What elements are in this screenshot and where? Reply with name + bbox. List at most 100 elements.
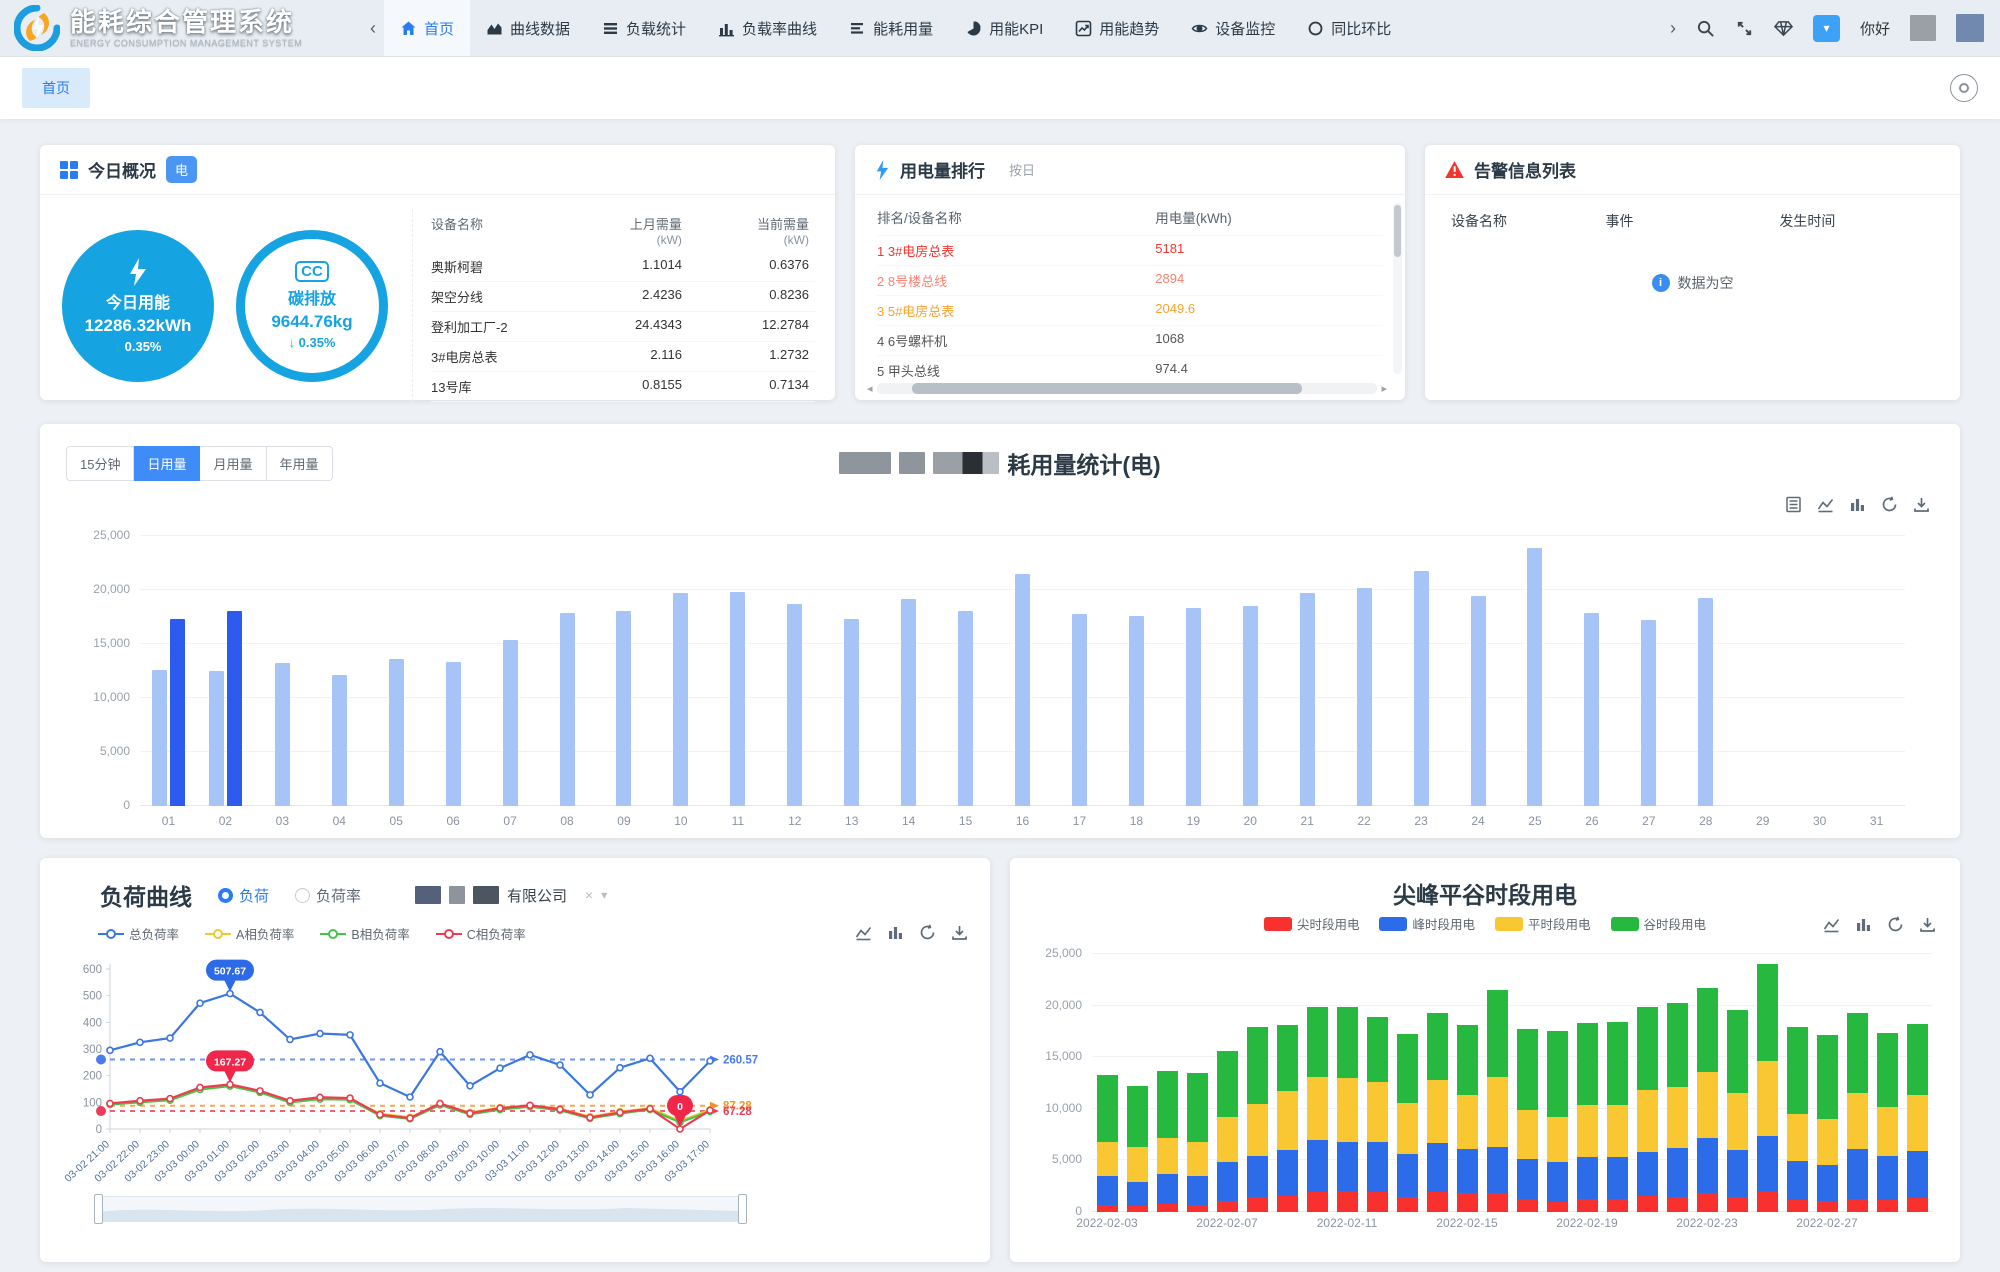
nav-item-lines[interactable]: 能耗用量 — [833, 0, 949, 56]
stacked-bar[interactable] — [1187, 1073, 1208, 1212]
stacked-bar[interactable] — [1397, 1034, 1418, 1213]
download-icon[interactable] — [1919, 916, 1936, 933]
download-icon[interactable] — [1913, 496, 1930, 513]
bar[interactable] — [730, 592, 745, 806]
refresh-icon[interactable] — [919, 924, 936, 941]
bar[interactable] — [1414, 571, 1429, 806]
refresh-icon[interactable] — [919, 924, 936, 941]
ranking-row[interactable]: 2 8号楼总线2894 — [877, 266, 1383, 296]
ranking-row[interactable]: 3 5#电房总表2049.6 — [877, 296, 1383, 326]
nav-item-pie[interactable]: 用能KPI — [949, 0, 1059, 56]
stacked-bar[interactable] — [1757, 964, 1778, 1212]
bar-toggle-icon[interactable] — [1849, 496, 1866, 513]
nav-item-area-chart[interactable]: 曲线数据 — [470, 0, 586, 56]
nav-item-trend[interactable]: 用能趋势 — [1059, 0, 1175, 56]
stacked-bar[interactable] — [1667, 1003, 1688, 1212]
legend-item[interactable]: 平时段用电 — [1495, 914, 1591, 933]
bar[interactable] — [560, 613, 575, 806]
gem-icon[interactable] — [1774, 19, 1793, 38]
nav-item-home[interactable]: 首页 — [384, 0, 470, 56]
download-icon[interactable] — [951, 924, 968, 941]
caret-down-icon[interactable]: ▾ — [601, 888, 607, 902]
nav-collapse-button[interactable]: ‹ — [370, 18, 376, 39]
refresh-icon[interactable] — [1887, 916, 1904, 933]
radio-load[interactable]: 负荷 — [218, 885, 269, 906]
chart-tab-15分钟[interactable]: 15分钟 — [66, 446, 134, 481]
load-line-plot[interactable]: 010020030040050060003-02 21:0003-02 22:0… — [52, 954, 842, 1204]
bar[interactable] — [673, 593, 688, 806]
line-toggle-icon[interactable] — [855, 924, 872, 941]
user-dropdown-button[interactable]: ▾ — [1813, 15, 1840, 42]
bar[interactable] — [1129, 616, 1144, 806]
bar[interactable] — [227, 611, 242, 806]
stacked-bar[interactable] — [1727, 1010, 1748, 1212]
data-view-icon[interactable] — [1785, 496, 1802, 513]
tab-options-button[interactable] — [1950, 74, 1978, 102]
ranking-row[interactable]: 1 3#电房总表5181 — [877, 236, 1383, 266]
chart-tab-日用量[interactable]: 日用量 — [134, 446, 200, 481]
line-toggle-icon[interactable] — [855, 924, 872, 941]
nav-item-bar-chart[interactable]: 负载率曲线 — [702, 0, 833, 56]
tou-stacked-plot[interactable]: 25,00020,00015,00010,0005,00002022-02-03… — [1092, 954, 1932, 1212]
nav-item-eye[interactable]: 设备监控 — [1175, 0, 1291, 56]
bar[interactable] — [209, 671, 224, 806]
stacked-bar[interactable] — [1427, 1013, 1448, 1212]
line-toggle-icon[interactable] — [1817, 496, 1834, 513]
radio-load-rate[interactable]: 负荷率 — [295, 885, 361, 906]
nav-item-circle[interactable]: 同比环比 — [1291, 0, 1407, 56]
bar[interactable] — [787, 604, 802, 806]
bar[interactable] — [1641, 620, 1656, 806]
stacked-bar[interactable] — [1877, 1033, 1898, 1212]
legend-item[interactable]: C相负荷率 — [436, 924, 526, 943]
stacked-bar[interactable] — [1247, 1027, 1268, 1212]
stacked-bar[interactable] — [1787, 1027, 1808, 1212]
scroll-left-icon[interactable]: ◂ — [867, 382, 873, 395]
stacked-bar[interactable] — [1457, 1025, 1478, 1212]
stacked-bar[interactable] — [1607, 1022, 1628, 1212]
electricity-badge[interactable]: 电 — [166, 156, 197, 183]
scroll-right-icon[interactable]: ▸ — [1381, 382, 1387, 395]
horizontal-scrollbar[interactable]: ◂ ▸ — [867, 381, 1387, 395]
stacked-bar[interactable] — [1547, 1031, 1568, 1212]
bar[interactable] — [1471, 596, 1486, 806]
stacked-bar[interactable] — [1517, 1029, 1538, 1212]
stacked-bar[interactable] — [1337, 1007, 1358, 1212]
bar[interactable] — [332, 675, 347, 806]
stacked-bar[interactable] — [1487, 990, 1508, 1212]
search-icon[interactable] — [1696, 19, 1715, 38]
bar[interactable] — [1186, 608, 1201, 806]
bar[interactable] — [389, 659, 404, 806]
bar[interactable] — [1015, 574, 1030, 806]
daily-bar-plot[interactable]: 25,00020,00015,00010,0005,00000102030405… — [140, 536, 1905, 806]
bar[interactable] — [503, 640, 518, 806]
company-select[interactable]: 有限公司 × ▾ — [415, 885, 607, 906]
bar-toggle-icon[interactable] — [887, 924, 904, 941]
legend-item[interactable]: A相负荷率 — [205, 924, 294, 943]
datazoom-handle-right[interactable] — [738, 1194, 747, 1224]
legend-item[interactable]: 尖时段用电 — [1264, 914, 1360, 933]
legend-item[interactable]: 谷时段用电 — [1611, 914, 1707, 933]
chart-tab-年用量[interactable]: 年用量 — [267, 446, 333, 481]
bar[interactable] — [844, 619, 859, 806]
refresh-icon[interactable] — [1887, 916, 1904, 933]
clear-select-icon[interactable]: × — [585, 887, 593, 903]
bar[interactable] — [901, 599, 916, 806]
datazoom-handle-left[interactable] — [94, 1194, 103, 1224]
bar-toggle-icon[interactable] — [887, 924, 904, 941]
download-icon[interactable] — [1919, 916, 1936, 933]
bar[interactable] — [1527, 548, 1542, 806]
bar[interactable] — [1698, 598, 1713, 806]
data-view-icon[interactable] — [1785, 496, 1802, 513]
legend-item[interactable]: B相负荷率 — [320, 924, 409, 943]
bar[interactable] — [446, 662, 461, 806]
scrollbar-thumb[interactable] — [912, 383, 1303, 394]
stacked-bar[interactable] — [1307, 1007, 1328, 1212]
bar[interactable] — [1072, 614, 1087, 806]
datazoom-slider[interactable] — [98, 1196, 743, 1222]
ranking-mode-select[interactable]: 按日 — [1009, 160, 1035, 179]
refresh-icon[interactable] — [1881, 496, 1898, 513]
stacked-bar[interactable] — [1847, 1013, 1868, 1212]
stacked-bar[interactable] — [1637, 1007, 1658, 1212]
bar[interactable] — [1243, 606, 1258, 806]
chevron-right-icon[interactable]: › — [1670, 18, 1676, 39]
